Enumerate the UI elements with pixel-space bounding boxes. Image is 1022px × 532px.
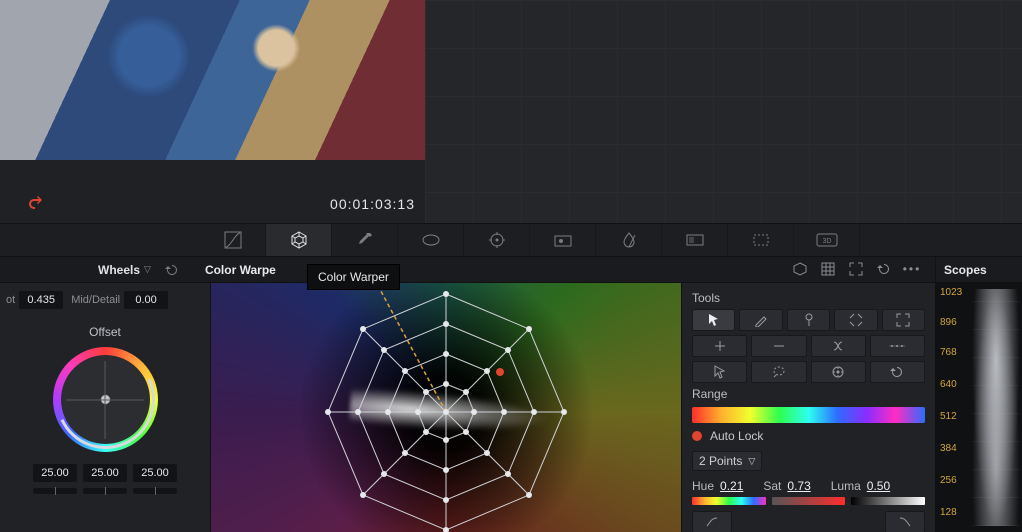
offset-r-value[interactable]: 25.00 xyxy=(33,464,77,482)
offset-g-value[interactable]: 25.00 xyxy=(83,464,127,482)
radial-select-icon[interactable] xyxy=(811,361,866,383)
expand-icon[interactable] xyxy=(847,260,865,278)
auto-lock-toggle[interactable]: Auto Lock xyxy=(692,429,925,443)
color-warper-palette-icon[interactable] xyxy=(266,224,332,256)
panel-subheader: Wheels ▽ Color Warpe ••• xyxy=(0,257,935,283)
hue-sat-view-icon[interactable] xyxy=(791,260,809,278)
options-icon[interactable]: ••• xyxy=(903,260,921,278)
offset-wheel-label: Offset xyxy=(0,325,210,339)
offset-g-slider[interactable] xyxy=(83,488,127,494)
feather-left-icon[interactable] xyxy=(692,511,732,532)
points-dropdown[interactable]: 2 Points ▽ xyxy=(692,451,762,471)
chevron-down-icon: ▽ xyxy=(748,456,755,467)
svg-text:3D: 3D xyxy=(822,238,831,245)
hue-value[interactable]: 0.21 xyxy=(720,479,743,493)
color-warper-viewport[interactable] xyxy=(211,283,681,532)
select-all-icon[interactable] xyxy=(692,361,747,383)
scope-y-axis: 1023 896 768 640 512 384 256 128 xyxy=(940,287,970,528)
waveform-scope[interactable] xyxy=(972,289,1020,526)
sat-label: Sat xyxy=(763,479,781,493)
transport-bar: 00:01:03:13 xyxy=(0,160,425,223)
hue-label: Hue xyxy=(692,479,714,493)
smooth-more-icon[interactable] xyxy=(870,335,925,357)
contract-selection-icon[interactable] xyxy=(834,309,877,331)
warper-mesh[interactable] xyxy=(276,283,616,532)
chroma-luma-view-icon[interactable] xyxy=(819,260,837,278)
scopes-title[interactable]: Scopes xyxy=(935,257,1022,283)
stereo-3d-palette-icon[interactable]: 3D xyxy=(794,224,860,256)
magic-mask-palette-icon[interactable] xyxy=(530,224,596,256)
mid-detail-field[interactable]: Mid/Detail 0.00 xyxy=(71,291,168,309)
pin-tool-icon[interactable] xyxy=(787,309,830,331)
timecode-display[interactable]: 00:01:03:13 xyxy=(330,196,415,212)
reset-warper-icon[interactable] xyxy=(875,260,893,278)
offset-b-slider[interactable] xyxy=(133,488,177,494)
expand-selection-icon[interactable] xyxy=(882,309,925,331)
lasso-select-icon[interactable] xyxy=(751,361,806,383)
luma-label: Luma xyxy=(831,479,861,493)
auto-lock-indicator-icon xyxy=(692,431,702,441)
tracker-palette-icon[interactable] xyxy=(464,224,530,256)
scopes-panel[interactable]: 1023 896 768 640 512 384 256 128 xyxy=(935,283,1022,532)
color-warper-title: Color Warpe xyxy=(205,263,276,277)
feather-right-icon[interactable] xyxy=(885,511,925,532)
range-spectrum[interactable] xyxy=(692,407,925,423)
eyedropper-palette-icon[interactable] xyxy=(332,224,398,256)
chevron-down-icon[interactable]: ▽ xyxy=(144,264,151,275)
twist-tool-icon[interactable] xyxy=(811,335,866,357)
loop-icon[interactable] xyxy=(26,196,46,212)
draw-tool-icon[interactable] xyxy=(739,309,782,331)
add-point-icon[interactable] xyxy=(692,335,747,357)
sat-value[interactable]: 0.73 xyxy=(787,479,810,493)
tooltip: Color Warper xyxy=(307,264,400,290)
remove-point-icon[interactable] xyxy=(751,335,806,357)
wheels-dropdown[interactable]: Wheels xyxy=(98,263,140,277)
hue-slider[interactable] xyxy=(692,497,766,505)
reset-selection-icon[interactable] xyxy=(870,361,925,383)
palette-toolbar: 3D xyxy=(0,223,1022,257)
offset-r-slider[interactable] xyxy=(33,488,77,494)
blur-palette-icon[interactable] xyxy=(596,224,662,256)
luma-value[interactable]: 0.50 xyxy=(867,479,890,493)
offset-b-value[interactable]: 25.00 xyxy=(133,464,177,482)
node-graph-area[interactable] xyxy=(425,0,1022,223)
sat-slider[interactable] xyxy=(772,497,846,505)
pivot-field[interactable]: ot 0.435 xyxy=(6,291,63,309)
luma-slider[interactable] xyxy=(851,497,925,505)
key-palette-icon[interactable] xyxy=(662,224,728,256)
tools-section-title: Tools xyxy=(692,291,925,305)
sizing-palette-icon[interactable] xyxy=(728,224,794,256)
range-section-title: Range xyxy=(692,387,925,401)
offset-color-wheel[interactable] xyxy=(53,347,158,452)
selected-warper-point[interactable] xyxy=(496,368,504,376)
viewer-thumbnail[interactable] xyxy=(0,0,425,160)
window-palette-icon[interactable] xyxy=(398,224,464,256)
reset-wheels-icon[interactable] xyxy=(165,263,179,277)
tools-panel: Tools Range Auto Lock 2 Points xyxy=(681,283,935,532)
curves-palette-icon[interactable] xyxy=(200,224,266,256)
select-tool-icon[interactable] xyxy=(692,309,735,331)
wheels-panel: ot 0.435 Mid/Detail 0.00 Offset 25.00 25… xyxy=(0,283,211,532)
